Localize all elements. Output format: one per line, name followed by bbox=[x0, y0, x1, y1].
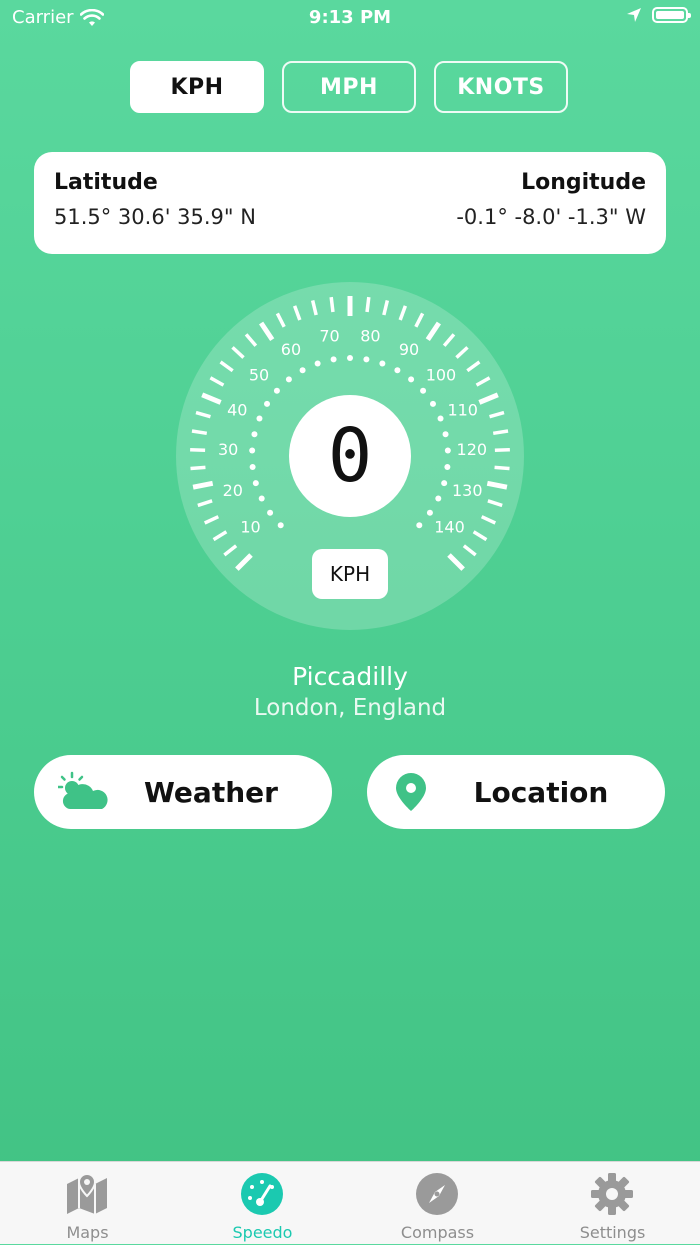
map-icon bbox=[67, 1172, 107, 1214]
gauge-dot bbox=[314, 360, 321, 367]
gauge-dot bbox=[249, 447, 256, 454]
unit-kph-button[interactable]: KPH bbox=[130, 61, 264, 113]
speed-readout: 0 bbox=[289, 395, 411, 517]
gauge-dot bbox=[442, 431, 449, 438]
gauge-tick-label: 80 bbox=[360, 327, 380, 346]
status-bar: Carrier 9:13 PM bbox=[0, 0, 700, 38]
gauge-tick-label: 20 bbox=[223, 481, 243, 500]
gauge-dot bbox=[285, 376, 292, 383]
unit-knots-button[interactable]: KNOTS bbox=[434, 61, 568, 113]
gauge-dash bbox=[191, 429, 208, 436]
gauge-dash bbox=[494, 447, 510, 453]
tab-maps[interactable]: Maps bbox=[0, 1162, 175, 1245]
tab-maps-label: Maps bbox=[66, 1223, 109, 1242]
gauge-tick-label: 130 bbox=[452, 481, 483, 500]
location-label: Location bbox=[473, 775, 609, 809]
gauge-dot bbox=[429, 400, 436, 407]
location-arrow-icon bbox=[627, 8, 641, 22]
compass-icon bbox=[416, 1173, 458, 1215]
gauge-dot bbox=[441, 480, 448, 487]
longitude-label: Longitude bbox=[521, 170, 646, 195]
weather-label: Weather bbox=[144, 775, 278, 809]
gauge-dot bbox=[273, 387, 280, 394]
gauge-tick-label: 50 bbox=[249, 366, 269, 385]
clock: 9:13 PM bbox=[308, 7, 392, 28]
gauge-dot bbox=[363, 356, 370, 363]
gauge-tick-label: 140 bbox=[434, 518, 465, 537]
gauge-tick-label: 90 bbox=[399, 340, 419, 359]
tab-compass[interactable]: Compass bbox=[350, 1162, 525, 1245]
gauge-dot bbox=[379, 360, 386, 367]
place-name: Piccadilly bbox=[292, 662, 408, 691]
unit-mph-button[interactable]: MPH bbox=[282, 61, 416, 113]
gauge-dot bbox=[416, 522, 423, 529]
gauge-tick-label: 70 bbox=[319, 327, 339, 346]
speedometer: 10 20 30 40 50 60 70 80 90 100 110 120 130 140 0 KPH bbox=[175, 281, 525, 631]
coordinates-card: Latitude 51.5° 30.6' 35.9" N Longitude -… bbox=[34, 152, 666, 254]
tab-speedo[interactable]: Speedo bbox=[175, 1162, 350, 1245]
unit-selector: KPH MPH KNOTS bbox=[130, 61, 568, 113]
gauge-dot bbox=[347, 355, 353, 361]
gauge-dot bbox=[252, 480, 259, 487]
battery-icon bbox=[652, 7, 691, 23]
latitude-value: 51.5° 30.6' 35.9" N bbox=[54, 205, 256, 229]
tab-settings[interactable]: Settings bbox=[525, 1162, 700, 1245]
longitude-value: -0.1° -8.0' -1.3" W bbox=[456, 205, 646, 229]
latitude-label: Latitude bbox=[54, 170, 158, 195]
gauge-dot bbox=[435, 495, 442, 502]
tab-speedo-label: Speedo bbox=[232, 1223, 293, 1242]
gear-icon bbox=[591, 1173, 633, 1215]
tab-compass-label: Compass bbox=[400, 1223, 475, 1242]
gauge-dot bbox=[444, 447, 451, 454]
gauge-tick-label: 110 bbox=[447, 400, 478, 419]
gauge-dash bbox=[190, 447, 206, 453]
gauge-dot bbox=[249, 463, 256, 470]
gauge-dot bbox=[251, 431, 258, 438]
tab-settings-label: Settings bbox=[579, 1223, 646, 1242]
gauge-dot bbox=[299, 367, 306, 374]
place-info: Piccadilly London, England bbox=[0, 662, 700, 721]
gauge-dot bbox=[267, 509, 274, 516]
gauge-tick-label: 120 bbox=[457, 440, 488, 459]
gauge-dot bbox=[420, 387, 427, 394]
gauge-dot bbox=[277, 522, 284, 529]
gauge-dash bbox=[494, 465, 510, 471]
speed-unit-badge: KPH bbox=[312, 549, 388, 599]
gauge-dot bbox=[394, 367, 401, 374]
gauge-tick-label: 100 bbox=[426, 366, 457, 385]
place-region: London, England bbox=[253, 695, 447, 721]
gauge-dot bbox=[330, 356, 337, 363]
gauge-dot bbox=[444, 463, 451, 470]
gauge-tick-label: 60 bbox=[281, 340, 301, 359]
latitude-block: Latitude 51.5° 30.6' 35.9" N bbox=[54, 170, 256, 229]
gauge-tick-label: 30 bbox=[218, 440, 238, 459]
gauge-dot bbox=[437, 415, 444, 422]
gauge-dash bbox=[329, 296, 335, 313]
gauge-dot bbox=[408, 376, 415, 383]
gauge-dot bbox=[256, 415, 263, 422]
tab-bar: Maps Speedo Compass Settings bbox=[0, 1161, 700, 1244]
gauge-dot bbox=[258, 495, 265, 502]
gauge-dot bbox=[426, 509, 433, 516]
gauge-dash bbox=[492, 429, 509, 436]
gauge-tick-label: 10 bbox=[240, 518, 260, 537]
gauge-dot bbox=[264, 400, 271, 407]
longitude-block: Longitude -0.1° -8.0' -1.3" W bbox=[456, 170, 646, 229]
gauge-tick-label: 40 bbox=[227, 400, 247, 419]
weather-button[interactable]: Weather bbox=[34, 755, 332, 829]
speedometer-icon bbox=[241, 1173, 283, 1215]
gauge-dash bbox=[365, 296, 371, 313]
status-right bbox=[626, 7, 691, 23]
location-button[interactable]: Location bbox=[367, 755, 665, 829]
gauge-dash bbox=[190, 465, 206, 471]
